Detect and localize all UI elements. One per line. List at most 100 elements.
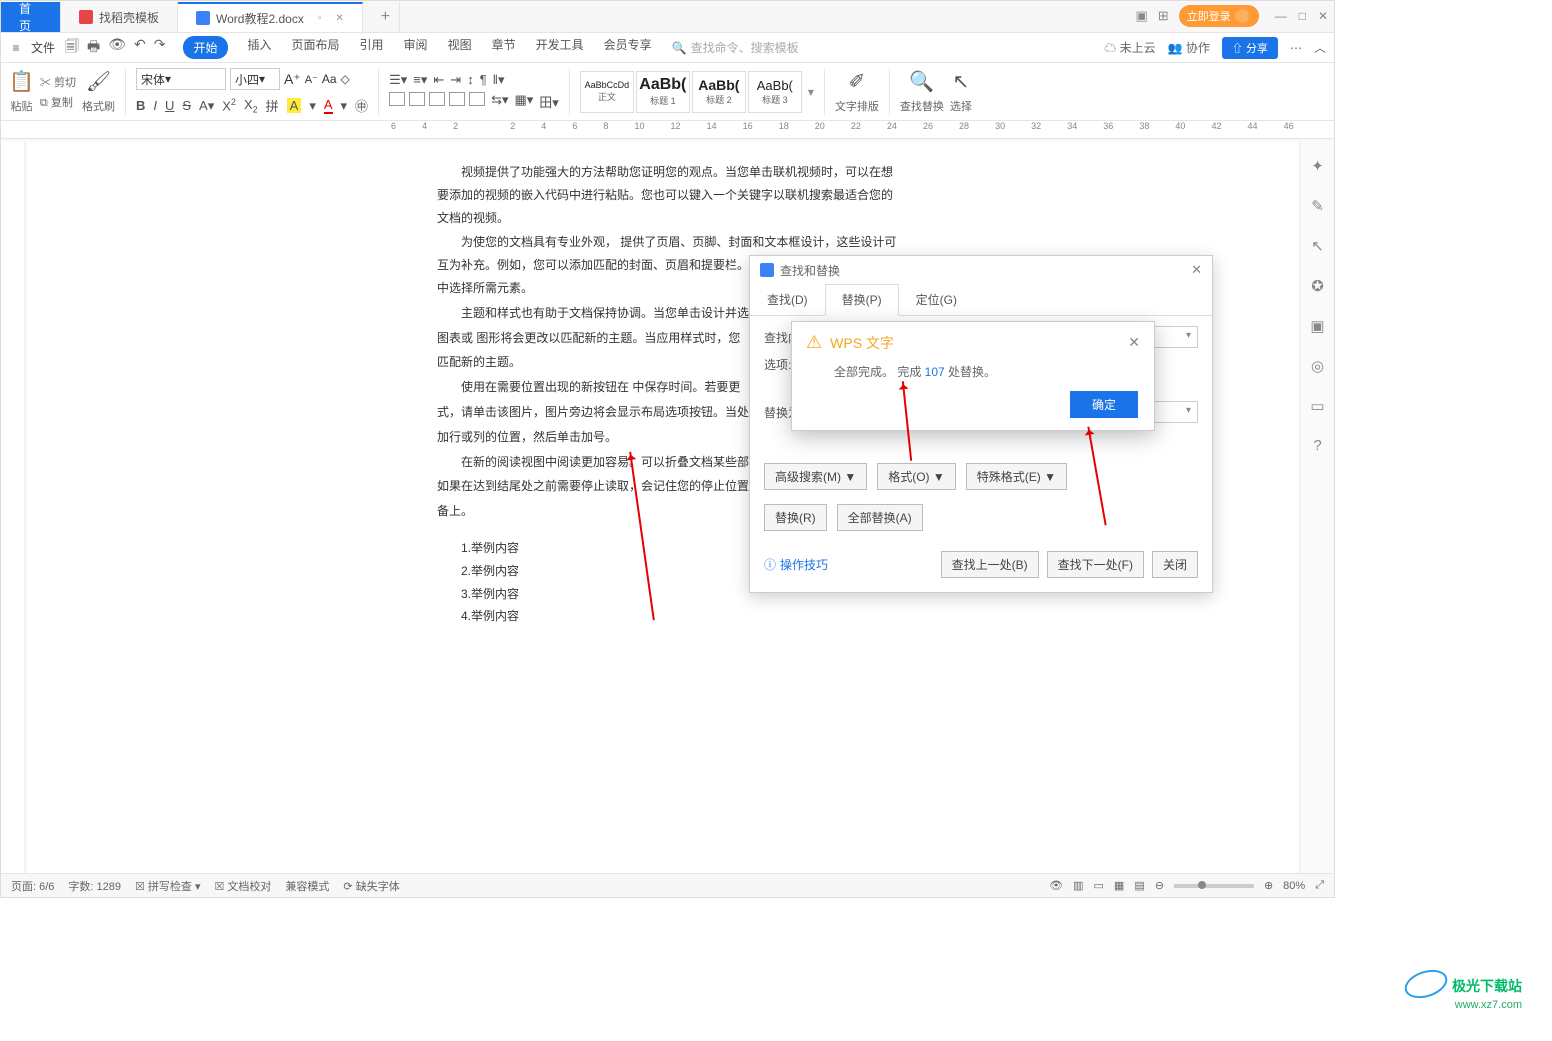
align-left-button[interactable] bbox=[389, 92, 405, 106]
align-center-button[interactable] bbox=[409, 92, 425, 106]
list-item[interactable]: 4.举例内容 bbox=[461, 605, 897, 628]
underline-button[interactable]: U bbox=[165, 98, 174, 113]
tab-replace[interactable]: 替换(P) bbox=[825, 284, 899, 316]
bullets-button[interactable]: ☰▾ bbox=[389, 72, 407, 88]
zoom-slider[interactable] bbox=[1174, 884, 1254, 888]
missing-font[interactable]: ⟳ 缺失字体 bbox=[343, 878, 399, 894]
home-tab[interactable]: 首页 bbox=[1, 2, 61, 32]
highlight-button[interactable]: A bbox=[287, 98, 302, 113]
dialog-close-icon[interactable]: ✕ bbox=[1191, 262, 1202, 278]
paste-group[interactable]: 📋 粘贴 bbox=[9, 69, 34, 114]
tab-menu-icon[interactable]: ▫ bbox=[318, 13, 322, 24]
minimize-icon[interactable]: — bbox=[1275, 9, 1287, 23]
menu-dev[interactable]: 开发工具 bbox=[536, 36, 584, 59]
menu-insert[interactable]: 插入 bbox=[248, 36, 272, 59]
tab-find[interactable]: 查找(D) bbox=[750, 284, 825, 315]
fullscreen-icon[interactable]: ⤢ bbox=[1315, 879, 1324, 892]
align-justify-button[interactable] bbox=[449, 92, 465, 106]
close-button[interactable]: 关闭 bbox=[1152, 551, 1198, 578]
ok-button[interactable]: 确定 bbox=[1070, 391, 1138, 418]
menu-chapter[interactable]: 章节 bbox=[492, 36, 516, 59]
font-color-button[interactable]: A bbox=[324, 97, 333, 114]
change-case-icon[interactable]: Aa bbox=[322, 72, 337, 86]
shrink-font-icon[interactable]: A⁻ bbox=[305, 73, 318, 86]
advanced-search-button[interactable]: 高级搜索(M) ▼ bbox=[764, 463, 867, 490]
style-h2[interactable]: AaBb(标题 2 bbox=[692, 71, 746, 113]
text-effects-button[interactable]: A▾ bbox=[199, 98, 214, 114]
grow-font-icon[interactable]: A⁺ bbox=[284, 71, 301, 88]
print-icon[interactable]: 🖶 bbox=[87, 36, 100, 60]
maximize-icon[interactable]: □ bbox=[1299, 9, 1306, 23]
redo-icon[interactable]: ↷ bbox=[154, 36, 166, 60]
login-button[interactable]: 立即登录 bbox=[1179, 5, 1259, 27]
indent-button[interactable]: ⇥ bbox=[450, 72, 461, 88]
vertical-ruler[interactable] bbox=[1, 141, 25, 873]
book-icon[interactable]: ▭ bbox=[1310, 397, 1324, 415]
borders-button[interactable]: 田▾ bbox=[539, 92, 559, 111]
text-layout-button[interactable]: ✐文字排版 bbox=[835, 69, 879, 114]
find-prev-button[interactable]: 查找上一处(B) bbox=[941, 551, 1039, 578]
menu-review[interactable]: 审阅 bbox=[404, 36, 428, 59]
numbering-button[interactable]: ≡▾ bbox=[413, 72, 427, 88]
tab-document[interactable]: Word教程2.docx ▫ ✕ bbox=[178, 2, 363, 32]
cut-button[interactable]: ✂ 剪切 bbox=[40, 74, 76, 90]
menu-ref[interactable]: 引用 bbox=[360, 36, 384, 59]
clear-format-icon[interactable]: ◇ bbox=[341, 72, 350, 86]
menu-layout[interactable]: 页面布局 bbox=[292, 36, 340, 59]
gear-icon[interactable]: ✪ bbox=[1311, 277, 1324, 295]
align-distribute-button[interactable] bbox=[469, 92, 485, 106]
new-tab-button[interactable]: + bbox=[363, 2, 400, 32]
subscript-button[interactable]: X2 bbox=[244, 97, 258, 115]
hamburger-icon[interactable]: ≡ bbox=[7, 39, 25, 57]
style-more-icon[interactable]: ▾ bbox=[808, 85, 814, 99]
alert-close-icon[interactable]: ✕ bbox=[1128, 334, 1140, 351]
replace-button[interactable]: 替换(R) bbox=[764, 504, 827, 531]
view-outline-icon[interactable]: ▤ bbox=[1134, 879, 1144, 892]
close-window-icon[interactable]: ✕ bbox=[1318, 9, 1328, 23]
menu-start[interactable]: 开始 bbox=[183, 36, 227, 59]
shading-button[interactable]: ▦▾ bbox=[514, 92, 533, 111]
chevron-up-icon[interactable]: ︿ bbox=[1314, 39, 1326, 56]
doc-proof[interactable]: ☒ 文档校对 bbox=[215, 878, 272, 894]
align-right-button[interactable] bbox=[429, 92, 445, 106]
menu-vip[interactable]: 会员专享 bbox=[604, 36, 652, 59]
style-h3[interactable]: AaBb(标题 3 bbox=[748, 71, 802, 113]
eye-icon[interactable]: 👁 bbox=[1049, 879, 1063, 892]
superscript-button[interactable]: X2 bbox=[222, 97, 236, 113]
cloud-status[interactable]: ☁ 未上云 bbox=[1104, 39, 1155, 56]
special-format-button[interactable]: 特殊格式(E) ▼ bbox=[966, 463, 1067, 490]
font-size-select[interactable]: 小四 ▾ bbox=[230, 68, 280, 90]
phonetic-guide-button[interactable]: 拼 bbox=[266, 96, 279, 115]
zoom-in-button[interactable]: ⊕ bbox=[1264, 879, 1273, 892]
tab-goto[interactable]: 定位(G) bbox=[899, 284, 974, 315]
undo-icon[interactable]: ↶ bbox=[134, 36, 146, 60]
share-button[interactable]: ⇧ 分享 bbox=[1222, 37, 1278, 59]
sort-button[interactable]: ↕ bbox=[467, 72, 474, 88]
help-icon[interactable]: ? bbox=[1313, 437, 1321, 454]
tab-templates[interactable]: 找稻壳模板 bbox=[61, 2, 178, 32]
pointer-icon[interactable]: ↖ bbox=[1311, 237, 1324, 255]
zoom-out-button[interactable]: ⊖ bbox=[1155, 879, 1164, 892]
close-icon[interactable]: ✕ bbox=[335, 13, 343, 24]
more-icon[interactable]: ⋯ bbox=[1290, 41, 1302, 55]
style-gallery[interactable]: AaBbCcDd正文 AaBb(标题 1 AaBb(标题 2 AaBb(标题 3 bbox=[580, 71, 802, 113]
view-web-icon[interactable]: ▦ bbox=[1114, 879, 1124, 892]
find-next-button[interactable]: 查找下一处(F) bbox=[1047, 551, 1144, 578]
find-replace-button[interactable]: 🔍查找替换 bbox=[900, 69, 944, 114]
word-count[interactable]: 字数: 1289 bbox=[68, 878, 121, 894]
replace-all-button[interactable]: 全部替换(A) bbox=[837, 504, 923, 531]
view-print-icon[interactable]: ▥ bbox=[1073, 879, 1083, 892]
save-icon[interactable]: 🗐 bbox=[65, 36, 79, 60]
zoom-level[interactable]: 80% bbox=[1283, 880, 1305, 892]
collab-button[interactable]: 👥 协作 bbox=[1168, 39, 1210, 56]
bold-button[interactable]: B bbox=[136, 98, 145, 113]
target-icon[interactable]: ◎ bbox=[1311, 357, 1324, 375]
outdent-button[interactable]: ⇤ bbox=[433, 72, 444, 88]
tips-link[interactable]: ⓘ 操作技巧 bbox=[764, 556, 828, 573]
command-search[interactable]: 🔍 查找命令、搜索模板 bbox=[672, 39, 799, 56]
paragraph[interactable]: 视频提供了功能强大的方法帮助您证明您的观点。当您单击联机视频时，可以在想要添加的… bbox=[437, 161, 897, 229]
menu-view[interactable]: 视图 bbox=[448, 36, 472, 59]
pencil-icon[interactable]: ✎ bbox=[1311, 197, 1324, 215]
italic-button[interactable]: I bbox=[153, 98, 157, 113]
rocket-icon[interactable]: ✦ bbox=[1311, 157, 1324, 175]
